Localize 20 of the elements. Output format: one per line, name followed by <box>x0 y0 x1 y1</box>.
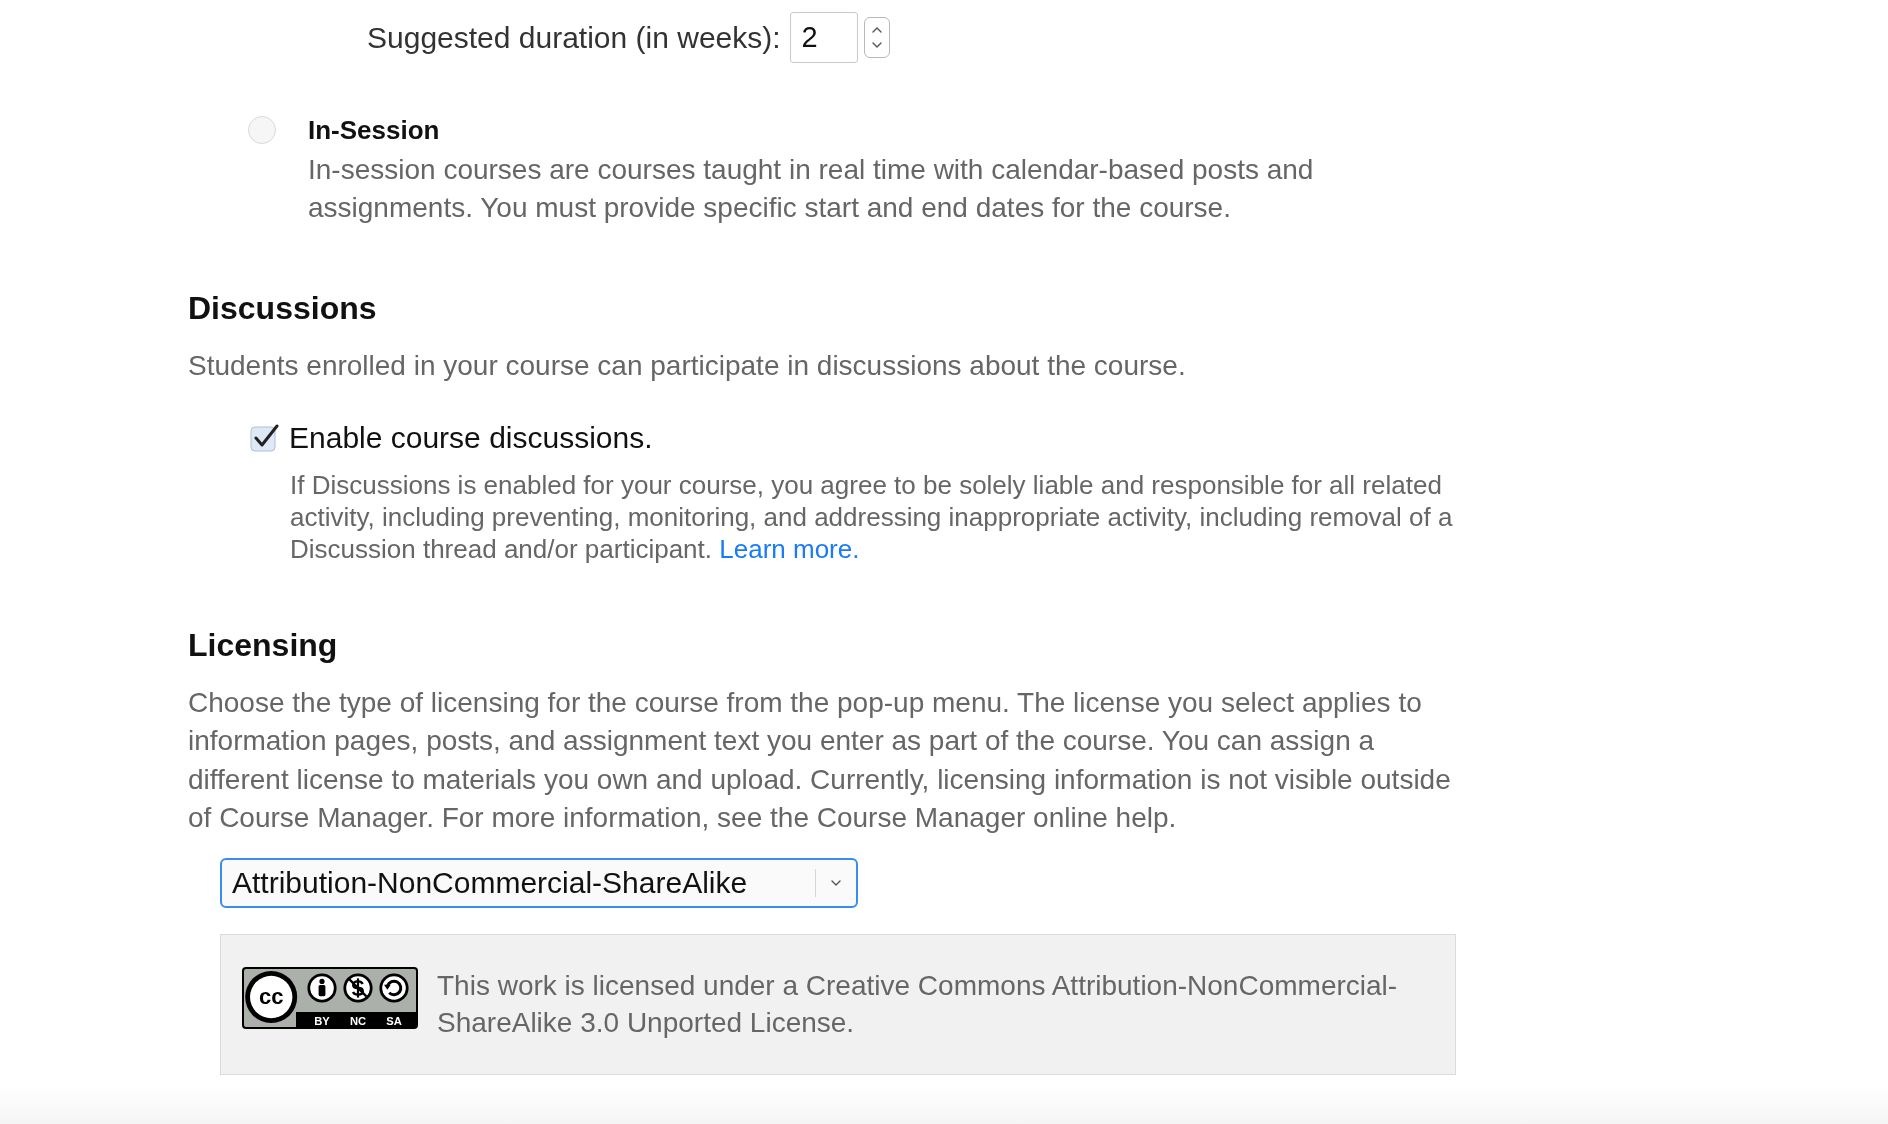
license-notice-text: This work is licensed under a Creative Commons Attribution-NonCommercial-ShareAlike 3.0 Unported License. <box>437 968 1399 1040</box>
disclaimer-text: If Discussions is enabled for your course, you agree to be solely liable and responsible for all related activity, including preventing, monitoring, and addressing inappropriate activity, including removal of a Discussion thread and/or participant. Learn more. <box>290 469 1454 565</box>
duration-input[interactable]: 2 <box>789 12 858 63</box>
option-title: In-Session <box>308 114 441 147</box>
section-description: Students enrolled in your course can participate in discussions about the course. <box>188 349 1187 383</box>
license-select[interactable]: Attribution-NonCommercial-ShareAlike <box>220 857 858 908</box>
duration-label: Suggested duration (in weeks): <box>367 19 781 56</box>
chevron-down-icon <box>831 879 841 886</box>
learn-more-link[interactable]: Learn more. <box>719 534 860 564</box>
section-heading: Discussions <box>188 289 378 328</box>
number-stepper[interactable] <box>863 17 890 58</box>
section-heading: Licensing <box>188 626 339 665</box>
chevron-up-icon <box>871 27 882 33</box>
radio-button[interactable] <box>248 116 276 144</box>
section-description: Choose the type of licensing for the course from the pop-up menu. The license you select applies to information pages, posts, and assignment text you enter as part of the course. You can assign a different license to materials you own and upload. Currently, licensing information is not visible outside of Course Manager. For more information, see the Course Manager online help. <box>188 686 1452 836</box>
license-badge: cc BY NC SA <box>242 966 418 1029</box>
option-description: In-session courses are courses taught in real time with calendar-based posts and assignments. You must provide specific start and end dates for the course. <box>308 153 1315 225</box>
checkbox[interactable] <box>250 423 280 453</box>
chevron-down-icon <box>871 42 882 48</box>
checkbox-label: Enable course discussions. <box>289 420 653 456</box>
